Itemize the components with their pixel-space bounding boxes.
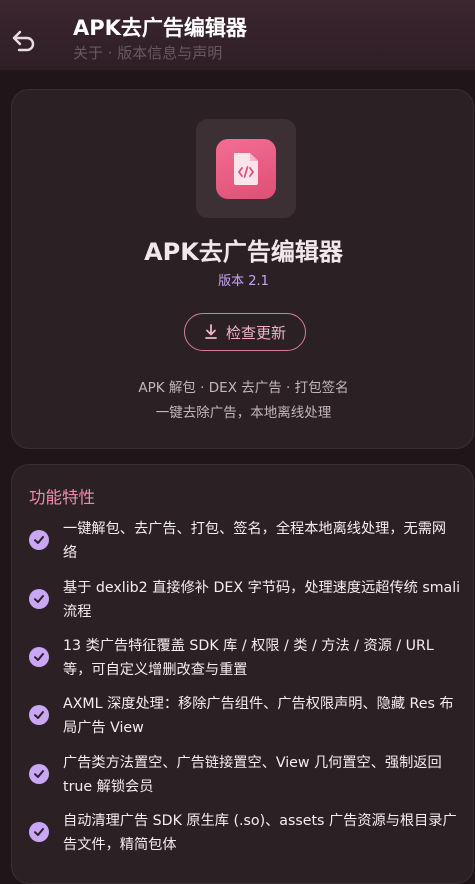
feature-text-line: 告文件，精简包体 <box>63 837 177 853</box>
feature-text-line: true 解锁会员 <box>63 779 154 795</box>
features-card: 功能特性 一键解包、去广告、打包、签名，全程本地离线处理，无需网 络 基于 de… <box>11 464 474 884</box>
feature-text-line: 局广告 View <box>63 720 144 736</box>
page-title: APK去广告编辑器 <box>73 16 247 40</box>
check-circle-icon <box>29 530 49 550</box>
back-button[interactable] <box>8 24 40 56</box>
description-line-2: 一键去除广告，本地离线处理 <box>155 405 332 421</box>
feature-text-line: 广告类方法置空、广告链接置空、View 几何置空、强制返回 <box>63 755 442 771</box>
download-icon <box>205 324 217 339</box>
back-arrow-icon <box>12 30 35 52</box>
feature-text-line: 基于 dexlib2 直接修补 DEX 字节码，处理速度远超传统 smali <box>63 580 461 596</box>
app-logo <box>196 119 296 218</box>
check-circle-icon <box>29 822 49 842</box>
check-circle-icon <box>29 705 49 725</box>
features-title: 功能特性 <box>29 488 95 507</box>
feature-text-line: 自动清理广告 SDK 原生库 (.so)、assets 广告资源与根目录广 <box>63 813 457 829</box>
feature-text-line: 13 类广告特征覆盖 SDK 库 / 权限 / 类 / 方法 / 资源 / UR… <box>63 638 434 654</box>
check-update-label: 检查更新 <box>225 323 286 342</box>
feature-text-line: 等，可自定义增删改查与重置 <box>63 662 248 678</box>
page-subtitle: 关于 · 版本信息与声明 <box>73 44 223 62</box>
feature-text-line: AXML 深度处理：移除广告组件、广告权限声明、隐藏 Res 布 <box>63 696 454 712</box>
check-circle-icon <box>29 589 49 609</box>
check-circle-icon <box>29 647 49 667</box>
about-card: APK去广告编辑器 版本 2.1 检查更新 APK 解包 · DEX 去广告 ·… <box>11 89 474 449</box>
code-file-icon <box>234 152 258 185</box>
feature-text-line: 络 <box>63 545 78 561</box>
description-line-1: APK 解包 · DEX 去广告 · 打包签名 <box>138 380 349 396</box>
feature-text-line: 一键解包、去广告、打包、签名，全程本地离线处理，无需网 <box>63 521 447 537</box>
app-name: APK去广告编辑器 <box>144 238 343 266</box>
top-app-bar: APK去广告编辑器 关于 · 版本信息与声明 <box>0 0 475 70</box>
check-circle-icon <box>29 764 49 784</box>
feature-text-line: 流程 <box>63 604 92 620</box>
version-label: 版本 2.1 <box>218 274 269 289</box>
check-update-button[interactable]: 检查更新 <box>184 313 306 351</box>
